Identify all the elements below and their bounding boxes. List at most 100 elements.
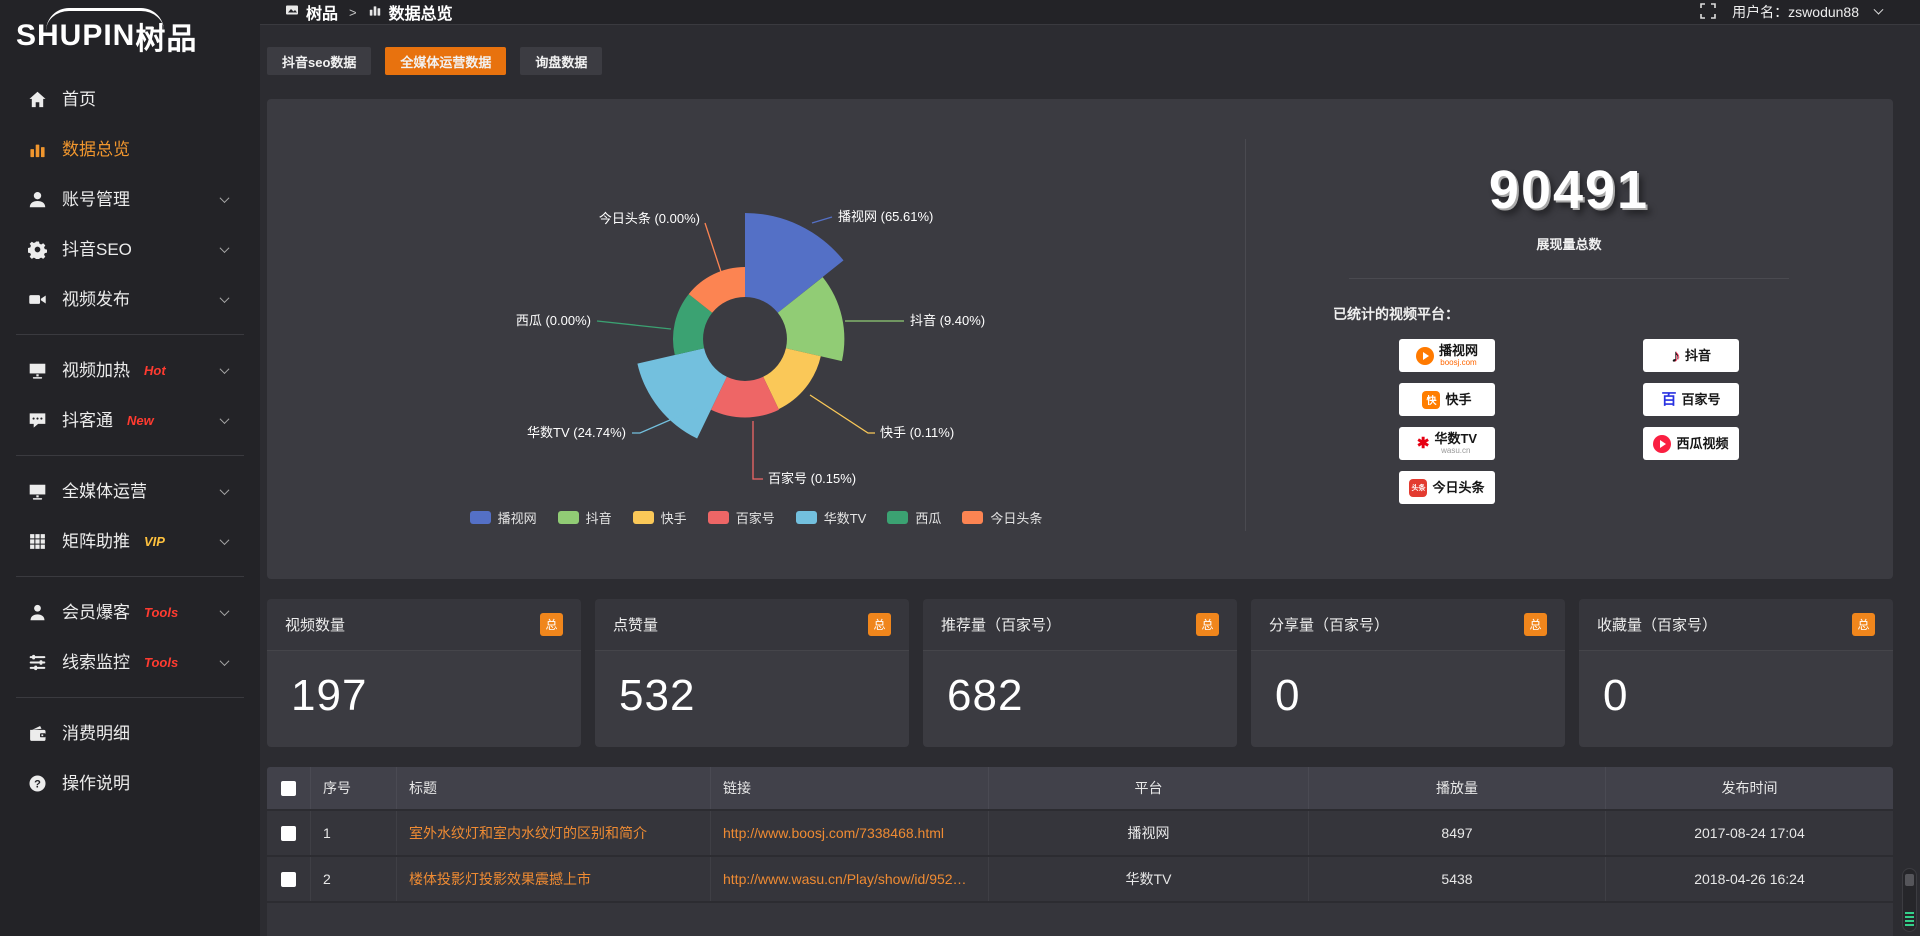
summary-section: 90491 展现量总数 已统计的视频平台： 播视网boosj.com快快手✱华数… <box>1245 99 1893 579</box>
legend-label: 华数TV <box>824 508 867 527</box>
user-icon <box>28 190 47 209</box>
breadcrumb-home[interactable]: 树品 <box>285 0 338 24</box>
stat-card-header: 点赞量总 <box>595 599 909 651</box>
fullscreen-icon[interactable] <box>1700 3 1716 22</box>
legend-swatch <box>708 511 729 524</box>
table-header-cell: 链接 <box>711 767 989 809</box>
table-header-cell: 标题 <box>397 767 711 809</box>
platform-badge-百家号[interactable]: 百百家号 <box>1643 383 1739 416</box>
sidebar-item-label: 操作说明 <box>62 775 130 792</box>
rose-chart-svg: 播视网 (65.61%)抖音 (9.40%)快手 (0.11%)百家号 (0.1… <box>267 99 1245 559</box>
row-index: 1 <box>311 811 397 855</box>
chevron-down-icon <box>220 193 230 203</box>
legend-item-今日头条[interactable]: 今日头条 <box>962 508 1042 527</box>
total-badge[interactable]: 总 <box>868 613 891 636</box>
legend-item-西瓜[interactable]: 西瓜 <box>887 508 941 527</box>
sidebar-item-7[interactable]: 抖客通New <box>0 395 260 445</box>
legend-label: 播视网 <box>498 508 537 527</box>
sidebar-item-label: 消费明细 <box>62 725 130 742</box>
tab-0[interactable]: 抖音seo数据 <box>267 47 371 75</box>
pie-slice-华数TV[interactable] <box>637 348 726 438</box>
platform-name: 快手 <box>1445 393 1471 406</box>
stat-cards: 视频数量总197点赞量总532推荐量（百家号）总682分享量（百家号）总0收藏量… <box>267 599 1893 747</box>
sidebar-item-1[interactable]: 数据总览 <box>0 124 260 174</box>
time-cell: 2017-08-24 17:04 <box>1606 811 1893 855</box>
total-badge[interactable]: 总 <box>1852 613 1875 636</box>
video-url-link[interactable]: http://www.wasu.cn/Play/show/id/952… <box>711 857 989 901</box>
platform-badge-抖音[interactable]: ♪抖音 <box>1643 339 1739 372</box>
select-all-checkbox[interactable] <box>281 781 296 796</box>
sidebar-item-2[interactable]: 账号管理 <box>0 174 260 224</box>
video-title-link[interactable]: 室外水纹灯和室内水纹灯的区别和简介 <box>397 811 711 855</box>
sidebar-item-badge: Tools <box>144 655 178 670</box>
total-badge[interactable]: 总 <box>1524 613 1547 636</box>
chevron-down-icon[interactable] <box>1874 4 1884 14</box>
legend-item-抖音[interactable]: 抖音 <box>558 508 612 527</box>
legend-label: 抖音 <box>586 508 612 527</box>
label-line <box>753 421 763 479</box>
sidebar-item-10[interactable]: 矩阵助推VIP <box>0 516 260 566</box>
platform-badge-今日头条[interactable]: 头条今日头条 <box>1399 471 1495 504</box>
stat-card-header: 推荐量（百家号）总 <box>923 599 1237 651</box>
sidebar-item-9[interactable]: 全媒体运营 <box>0 466 260 516</box>
video-title-link[interactable]: 楼体投影灯投影效果震撼上市 <box>397 857 711 901</box>
sidebar-item-13[interactable]: 线索监控 Tools <box>0 637 260 687</box>
chevron-down-icon <box>220 243 230 253</box>
sidebar-item-3[interactable]: 抖音SEO <box>0 224 260 274</box>
sidebar-item-label: 视频加热 <box>62 362 130 379</box>
video-table: 序号标题链接平台播放量发布时间1室外水纹灯和室内水纹灯的区别和简介http://… <box>267 767 1893 936</box>
legend-swatch <box>633 511 654 524</box>
platform-badge-华数TV[interactable]: ✱华数TVwasu.cn <box>1399 427 1495 460</box>
brand-logo[interactable]: SHUPIN树品 <box>16 8 260 64</box>
legend-label: 百家号 <box>736 508 775 527</box>
table-header-cell: 播放量 <box>1309 767 1606 809</box>
legend-item-华数TV[interactable]: 华数TV <box>796 508 867 527</box>
video-url-link[interactable]: http://www.boosj.com/7338468.html <box>711 811 989 855</box>
platform-name: 百家号 <box>1682 393 1721 406</box>
brand-logo-cn: 树品 <box>135 14 197 58</box>
bar-chart-icon <box>28 140 47 159</box>
sidebar-divider <box>16 576 244 577</box>
sidebar-item-label: 线索监控 <box>62 654 130 671</box>
legend-item-快手[interactable]: 快手 <box>633 508 687 527</box>
svg-text:?: ? <box>34 778 41 790</box>
breadcrumb-label: 数据总览 <box>389 0 453 24</box>
breadcrumb-current[interactable]: 数据总览 <box>368 0 453 24</box>
platform-badge-快手[interactable]: 快快手 <box>1399 383 1495 416</box>
scrollbar-thumb[interactable] <box>1905 874 1914 886</box>
total-badge[interactable]: 总 <box>1196 613 1219 636</box>
sidebar-item-16[interactable]: ? 操作说明 <box>0 758 260 808</box>
platforms-label: 已统计的视频平台： <box>1333 304 1893 324</box>
sidebar-item-15[interactable]: 消费明细 <box>0 708 260 758</box>
sidebar-item-6[interactable]: 视频加热Hot <box>0 345 260 395</box>
row-checkbox[interactable] <box>281 872 296 887</box>
label-line <box>810 395 875 433</box>
username-display[interactable]: 用户名：zswodun88 <box>1732 2 1859 22</box>
platform-badge-西瓜视频[interactable]: 西瓜视频 <box>1643 427 1739 460</box>
sidebar-item-0[interactable]: 首页 <box>0 74 260 124</box>
legend-label: 快手 <box>661 508 687 527</box>
total-badge[interactable]: 总 <box>540 613 563 636</box>
sidebar-item-label: 账号管理 <box>62 191 130 208</box>
legend-item-百家号[interactable]: 百家号 <box>708 508 775 527</box>
content: 抖音seo数据全媒体运营数据询盘数据 播视网 (65.61%)抖音 (9.40%… <box>260 25 1920 936</box>
row-checkbox[interactable] <box>281 826 296 841</box>
platform-badge-播视网[interactable]: 播视网boosj.com <box>1399 339 1495 372</box>
sidebar-item-12[interactable]: 会员爆客Tools <box>0 587 260 637</box>
sidebar-menu: 首页数据总览账号管理抖音SEO视频发布视频加热Hot抖客通New 全媒体运营矩阵助… <box>0 74 260 808</box>
chevron-down-icon <box>220 414 230 424</box>
sidebar-item-4[interactable]: 视频发布 <box>0 274 260 324</box>
sidebar-item-label: 全媒体运营 <box>62 483 147 500</box>
table-row: 1室外水纹灯和室内水纹灯的区别和简介http://www.boosj.com/7… <box>267 809 1893 855</box>
sidebar-item-label: 抖客通 <box>62 412 113 429</box>
tab-2[interactable]: 询盘数据 <box>520 47 602 75</box>
legend-item-播视网[interactable]: 播视网 <box>470 508 537 527</box>
label-line <box>705 223 724 281</box>
chevron-down-icon <box>220 364 230 374</box>
tab-1[interactable]: 全媒体运营数据 <box>385 47 506 75</box>
scrollbar-widget[interactable] <box>1902 868 1917 932</box>
username-value: zswodun88 <box>1788 4 1859 20</box>
label-line <box>812 217 832 223</box>
wasu-logo-icon: ✱ <box>1417 436 1430 451</box>
platform-name: 播视网 <box>1439 344 1478 357</box>
